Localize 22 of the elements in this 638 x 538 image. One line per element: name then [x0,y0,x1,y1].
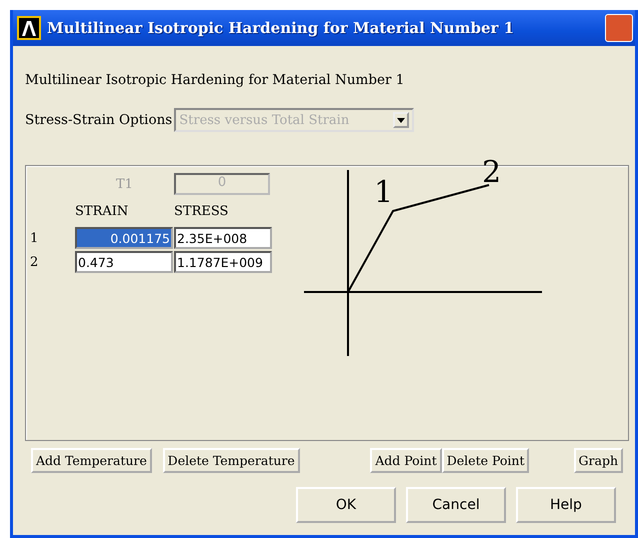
strain-cell[interactable]: 0.473 [75,251,173,273]
dialog-button[interactable]: Cancel [406,487,506,523]
table-action-button[interactable]: Delete Point [442,448,530,473]
column-header: STRESS [174,204,230,218]
table-action-button[interactable]: Add Point [370,448,442,473]
stress-cell[interactable]: 1.1787E+009 [174,251,272,273]
table-action-button[interactable]: Add Temperature [31,448,152,473]
table-action-button[interactable]: Delete Temperature [162,448,300,473]
stress-cell[interactable]: 2.35E+008 [174,227,272,249]
column-header: STRAIN [75,204,130,218]
point-label: 1 [374,178,394,208]
row-number: 2 [30,254,40,270]
point-label: 2 [482,158,502,188]
window-title: Multilinear Isotropic Hardening for Material Number 1 [47,19,514,37]
strain-cell[interactable]: 0.001175 [75,227,173,249]
dialog-button[interactable]: Help [516,487,616,523]
row-number: 1 [30,230,40,246]
temperature-label: T1 [115,176,134,192]
dialog-heading: Multilinear Isotropic Hardening for Material Number 1 [25,72,406,88]
options-label: Stress-Strain Options [25,112,172,128]
table-action-button[interactable]: Graph [574,448,623,473]
dialog-button[interactable]: OK [296,487,396,523]
